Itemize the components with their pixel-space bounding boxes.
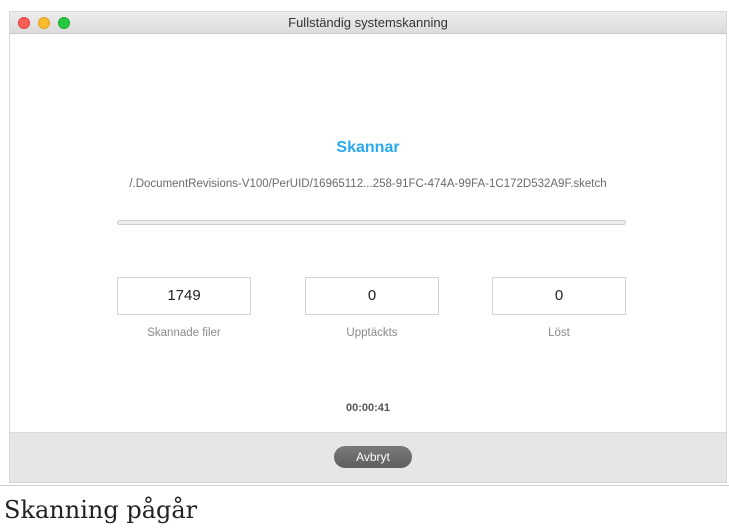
caption-text: Skanning pågår (4, 496, 198, 524)
detected-label: Upptäckts (346, 327, 398, 339)
stat-resolved: 0 Löst (492, 277, 626, 339)
scan-progress-bar (117, 220, 626, 225)
scan-status-heading: Skannar (336, 139, 400, 156)
detected-count: 0 (305, 277, 439, 315)
footer-bar: Avbryt (10, 432, 726, 482)
scan-window: Fullständig systemskanning Skannar /.Doc… (9, 11, 727, 483)
scanned-files-label: Skannade filer (147, 327, 221, 339)
title-bar: Fullständig systemskanning (10, 12, 726, 34)
window-title: Fullständig systemskanning (288, 15, 448, 30)
stat-scanned-files: 1749 Skannade filer (117, 277, 251, 339)
elapsed-timer: 00:00:41 (345, 402, 391, 414)
caption-divider (0, 485, 729, 486)
stat-detected: 0 Upptäckts (305, 277, 439, 339)
current-file-path: /.DocumentRevisions-V100/PerUID/16965112… (129, 178, 607, 190)
cancel-button[interactable]: Avbryt (334, 446, 412, 468)
resolved-count: 0 (492, 277, 626, 315)
scanned-files-count: 1749 (117, 277, 251, 315)
resolved-label: Löst (548, 327, 570, 339)
